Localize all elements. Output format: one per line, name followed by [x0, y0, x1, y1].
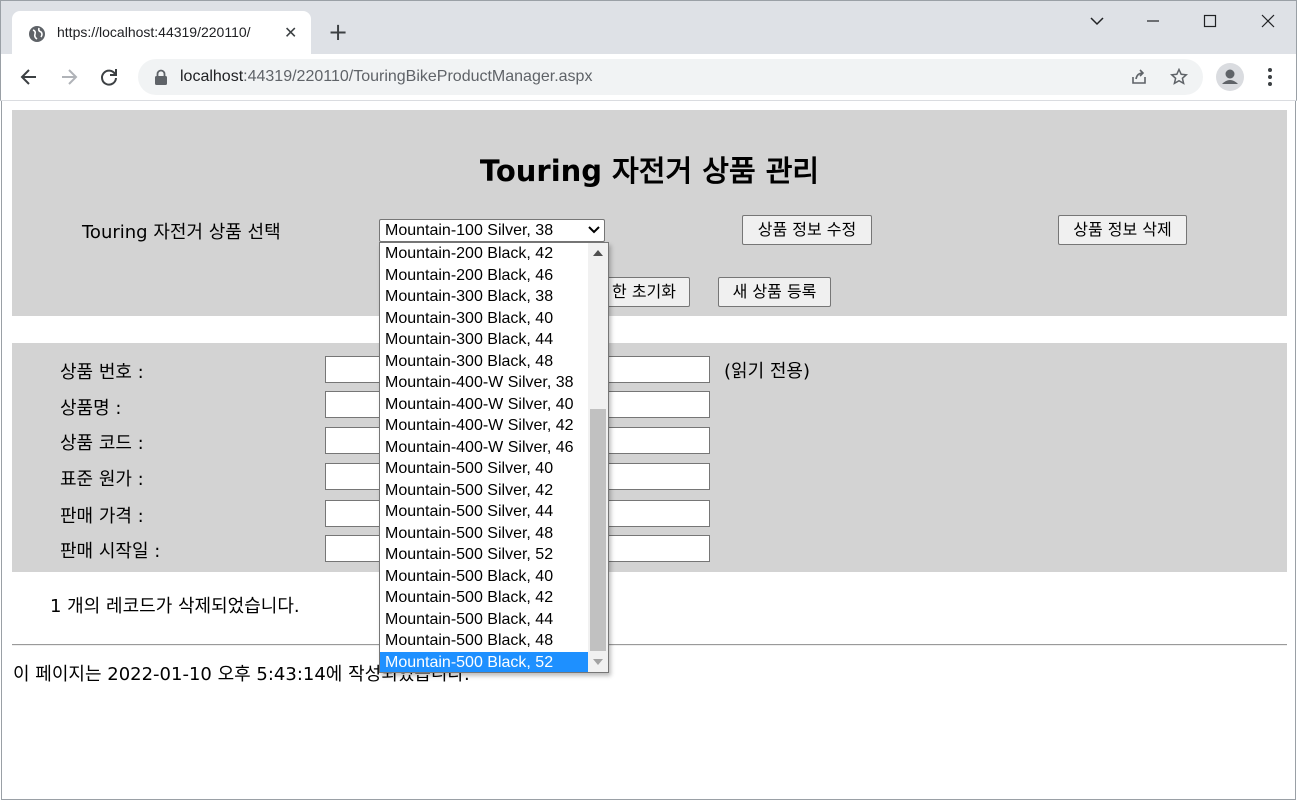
scroll-down-arrow-icon[interactable] — [593, 659, 603, 665]
status-message: 1 개의 레코드가 삭제되었습니다. — [50, 596, 300, 617]
scrollbar-thumb[interactable] — [590, 409, 606, 651]
new-product-button[interactable]: 새 상품 등록 — [718, 277, 831, 307]
url-path: :44319/220110/TouringBikeProductManager.… — [243, 68, 593, 85]
browser-tab[interactable]: https://localhost:44319/220110/ ✕ — [12, 11, 311, 55]
address-bar[interactable]: localhost:44319/220110/TouringBikeProduc… — [138, 59, 1203, 95]
dropdown-option[interactable]: Mountain-300 Black, 48 — [380, 351, 588, 373]
scroll-up-arrow-icon[interactable] — [593, 250, 603, 256]
dropdown-option[interactable]: Mountain-500 Silver, 48 — [380, 523, 588, 545]
lock-icon[interactable] — [154, 69, 168, 85]
product-select[interactable]: Mountain-100 Silver, 38 — [379, 219, 605, 242]
browser-toolbar: localhost:44319/220110/TouringBikeProduc… — [0, 54, 1297, 101]
person-icon — [1222, 69, 1238, 84]
close-window-icon[interactable] — [1256, 9, 1280, 33]
dropdown-option[interactable]: Mountain-500 Silver, 52 — [380, 544, 588, 566]
globe-icon — [29, 26, 45, 42]
delete-product-button[interactable]: 상품 정보 삭제 — [1058, 215, 1187, 245]
maximize-icon[interactable] — [1198, 9, 1222, 33]
share-icon[interactable] — [1130, 68, 1148, 86]
minimize-icon[interactable] — [1141, 9, 1165, 33]
dropdown-option[interactable]: Mountain-500 Silver, 40 — [380, 458, 588, 480]
edit-product-button[interactable]: 상품 정보 수정 — [742, 215, 872, 245]
dropdown-option[interactable]: Mountain-500 Black, 44 — [380, 609, 588, 631]
dropdown-option[interactable]: Mountain-200 Black, 46 — [380, 265, 588, 287]
product-select-label: Touring 자전거 상품 선택 — [82, 222, 281, 243]
bookmark-star-icon[interactable] — [1170, 68, 1188, 86]
dropdown-option[interactable]: Mountain-300 Black, 38 — [380, 286, 588, 308]
dropdown-option[interactable]: Mountain-500 Black, 40 — [380, 566, 588, 588]
standard-cost-label: 표준 원가 : — [60, 469, 144, 490]
product-form-panel: 상품 번호 : (읽기 전용) 상품명 : 상품 코드 : 표준 원가 : 판매… — [12, 343, 1287, 572]
dropdown-scrollbar[interactable] — [588, 243, 608, 672]
product-code-label: 상품 코드 : — [60, 433, 144, 454]
list-price-label: 판매 가격 : — [60, 506, 144, 527]
divider — [12, 644, 1287, 646]
reset-button[interactable]: 한 초기화 — [598, 277, 690, 307]
dropdown-option[interactable]: Mountain-200 Black, 42 — [380, 243, 588, 265]
product-select-value: Mountain-100 Silver, 38 — [385, 222, 554, 239]
chevron-down-icon — [588, 226, 600, 234]
dropdown-option[interactable]: Mountain-400-W Silver, 40 — [380, 394, 588, 416]
url-host: localhost — [180, 68, 244, 85]
back-icon[interactable] — [18, 66, 40, 88]
page-title: Touring 자전거 상품 관리 — [479, 154, 820, 188]
forward-icon[interactable] — [58, 66, 80, 88]
dropdown-option[interactable]: Mountain-300 Black, 40 — [380, 308, 588, 330]
profile-avatar[interactable] — [1216, 63, 1244, 91]
dropdown-option[interactable]: Mountain-300 Black, 44 — [380, 329, 588, 351]
browser-titlebar: https://localhost:44319/220110/ ✕ + — [0, 0, 1297, 55]
tab-search-icon[interactable] — [1085, 9, 1109, 33]
dropdown-option[interactable]: Mountain-400-W Silver, 42 — [380, 415, 588, 437]
product-name-label: 상품명 : — [60, 398, 122, 419]
page-content: Touring 자전거 상품 관리 Touring 자전거 상품 선택 Moun… — [1, 101, 1296, 800]
dropdown-option[interactable]: Mountain-400-W Silver, 38 — [380, 372, 588, 394]
product-dropdown-list[interactable]: Mountain-200 Black, 42 Mountain-200 Black… — [379, 242, 609, 673]
product-id-label: 상품 번호 : — [60, 362, 144, 383]
url-text: localhost:44319/220110/TouringBikeProduc… — [180, 68, 592, 86]
dropdown-option[interactable]: Mountain-500 Silver, 42 — [380, 480, 588, 502]
header-panel: Touring 자전거 상품 관리 Touring 자전거 상품 선택 Moun… — [12, 110, 1287, 316]
dropdown-option[interactable]: Mountain-500 Silver, 44 — [380, 501, 588, 523]
dropdown-option[interactable]: Mountain-500 Black, 48 — [380, 630, 588, 652]
readonly-note: (읽기 전용) — [724, 361, 811, 382]
reload-icon[interactable] — [98, 66, 120, 88]
dropdown-option[interactable]: Mountain-500 Black, 52 — [380, 651, 588, 672]
dropdown-option[interactable]: Mountain-400-W Silver, 46 — [380, 437, 588, 459]
dropdown-options: Mountain-200 Black, 42 Mountain-200 Black… — [380, 243, 588, 672]
new-tab-button[interactable]: + — [328, 19, 348, 45]
sell-start-date-label: 판매 시작일 : — [60, 541, 161, 562]
menu-dots-icon[interactable] — [1260, 66, 1280, 88]
dropdown-option[interactable]: Mountain-500 Black, 42 — [380, 587, 588, 609]
tab-close-icon[interactable]: ✕ — [284, 23, 297, 43]
tab-title: https://localhost:44319/220110/ — [57, 24, 251, 40]
